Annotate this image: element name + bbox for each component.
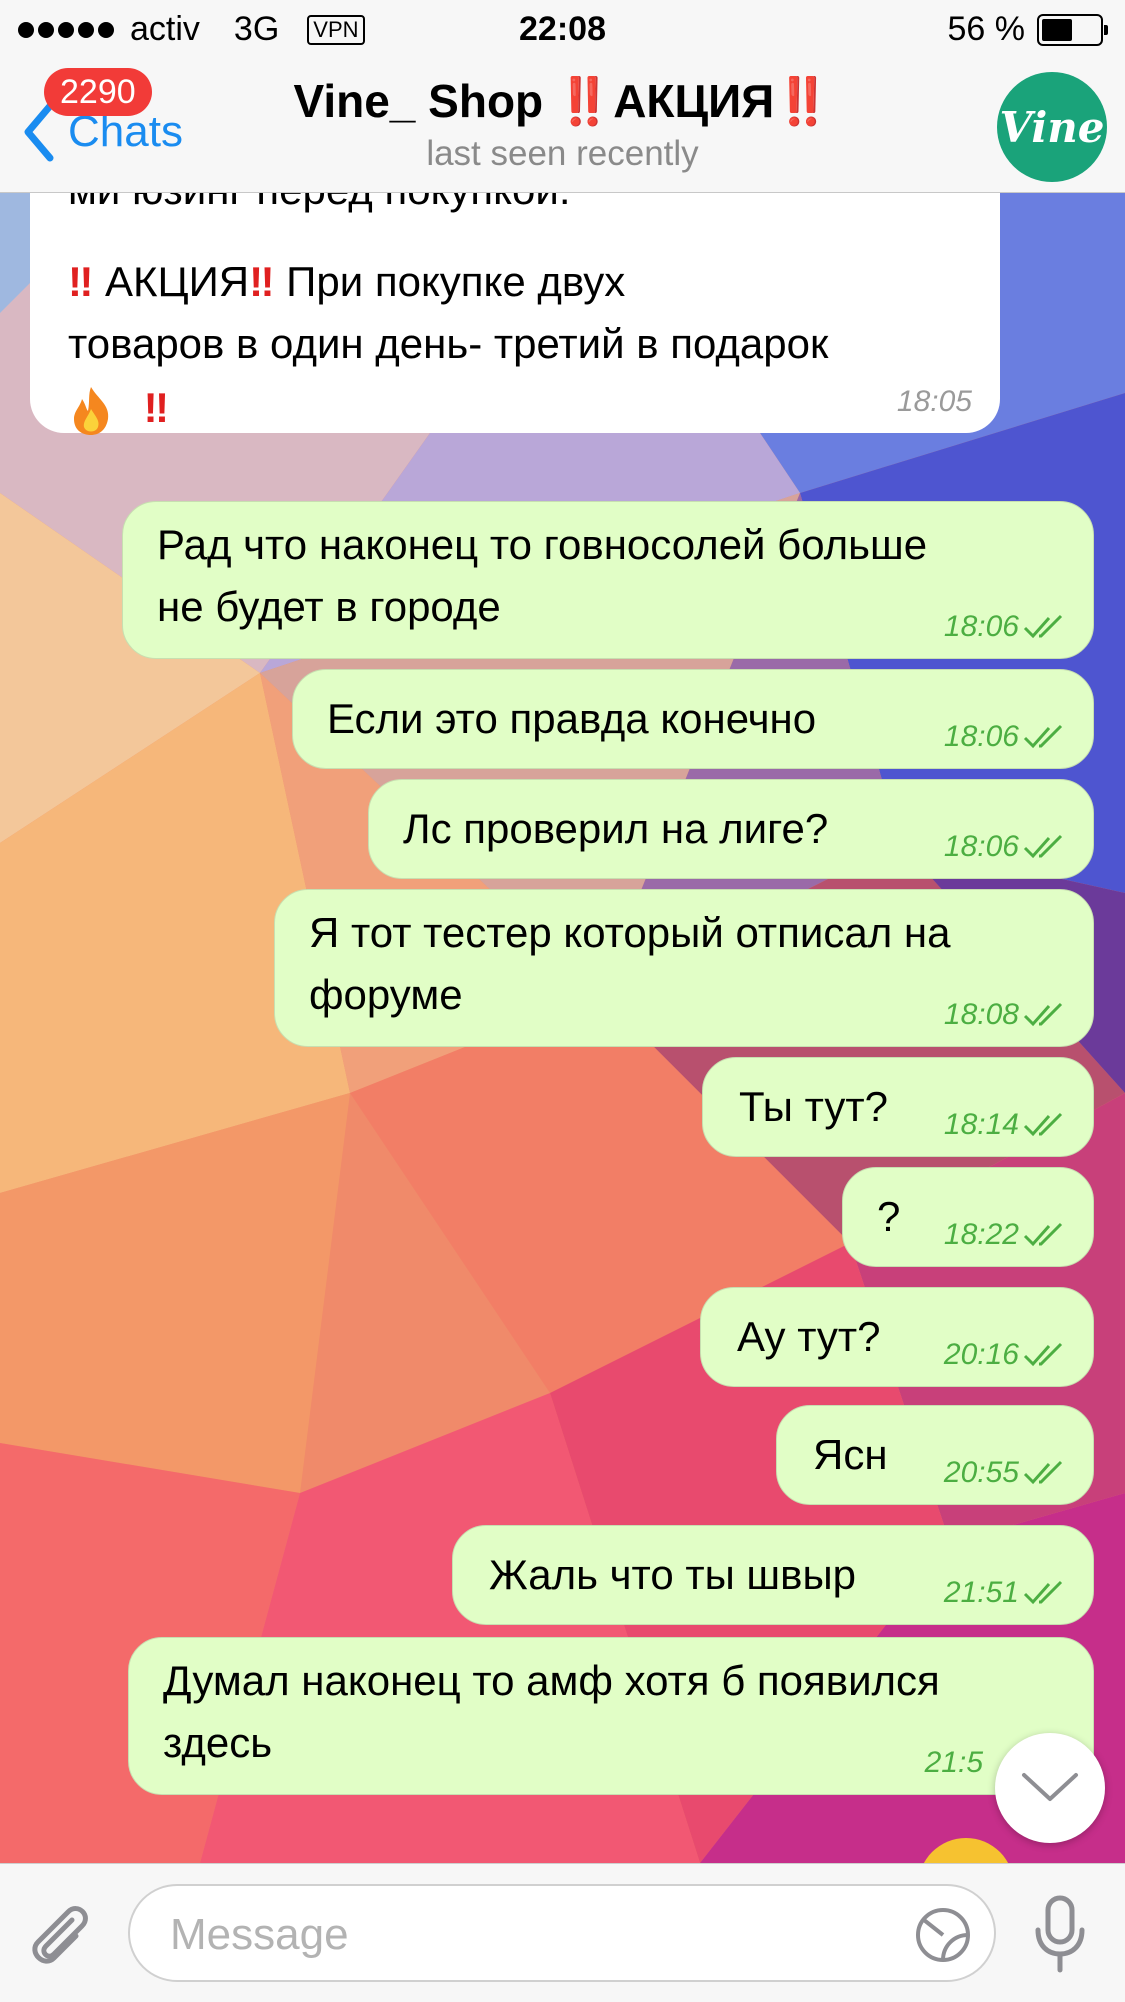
outgoing-message[interactable]: Если это правда конечно 18:06 xyxy=(292,669,1094,769)
fire-icon xyxy=(74,386,109,435)
time-label: 20:55 xyxy=(943,1456,1019,1489)
time-label: 20:16 xyxy=(943,1338,1019,1371)
sticker-icon[interactable] xyxy=(914,1906,972,1964)
outgoing-message[interactable]: Жаль что ты швыр 21:51 xyxy=(452,1525,1094,1625)
message-time: 18:08 xyxy=(944,998,1065,1032)
chat-title-name: Vine_ Shop xyxy=(293,75,556,127)
message-text: Рад что наконец то говносолей больше не … xyxy=(157,521,928,630)
message-text: ? xyxy=(877,1193,901,1240)
message-time: 21:5 xyxy=(925,1746,983,1780)
message-line-2: товаров в один день- третий в подарок xyxy=(68,320,829,367)
exclamation-icon: ‼ xyxy=(68,258,94,305)
message-text-cut: ми юзинг перед покупкой. xyxy=(68,193,571,221)
outgoing-message[interactable]: Думал наконец то амф хотя б появился зде… xyxy=(128,1637,1094,1795)
chat-header: Chats 2290 Vine_ Shop ‼️АКЦИЯ‼️ last see… xyxy=(0,62,1125,193)
battery-fill xyxy=(1042,18,1072,41)
time-label: 18:22 xyxy=(943,1218,1019,1251)
message-time: 18:22 xyxy=(944,1218,1065,1252)
double-check-icon xyxy=(1023,1112,1063,1137)
double-check-icon xyxy=(1023,1342,1063,1367)
message-time: 18:06 xyxy=(944,830,1065,864)
outgoing-message[interactable]: Лс проверил на лиге? 18:06 xyxy=(368,779,1094,879)
chat-title[interactable]: Vine_ Shop ‼️АКЦИЯ‼️ xyxy=(0,74,1125,129)
double-check-icon xyxy=(1023,614,1063,639)
message-time: 20:16 xyxy=(944,1338,1065,1372)
time-label: 18:06 xyxy=(943,830,1019,863)
double-check-icon xyxy=(1023,1002,1063,1027)
message-text: Ты тут? xyxy=(739,1083,888,1130)
scroll-to-bottom-button[interactable] xyxy=(995,1733,1105,1843)
exclamation-icon: ‼ xyxy=(249,258,275,305)
mic-icon[interactable] xyxy=(1030,1894,1090,1974)
message-time: 18:14 xyxy=(944,1108,1065,1142)
double-check-icon xyxy=(1023,1222,1063,1247)
time-label: 21:5 xyxy=(924,1746,983,1779)
promo-text: При покупке двух xyxy=(274,258,626,305)
outgoing-message[interactable]: Ау тут? 20:16 xyxy=(700,1287,1094,1387)
double-check-icon xyxy=(1023,834,1063,859)
outgoing-message[interactable]: Ты тут? 18:14 xyxy=(702,1057,1094,1157)
message-text: Я тот тестер который отписал на форуме xyxy=(309,909,951,1018)
outgoing-message[interactable]: Рад что наконец то говносолей больше не … xyxy=(122,501,1094,659)
outgoing-message[interactable]: Ясн 20:55 xyxy=(776,1405,1094,1505)
incoming-message[interactable]: ми юзинг перед покупкой. ‼ АКЦИЯ‼ При по… xyxy=(30,193,1000,435)
promo-word: АКЦИЯ xyxy=(93,258,250,305)
title-mark-2: ‼️ xyxy=(774,75,832,127)
time-label: 18:05 xyxy=(896,385,972,418)
message-text: Ау тут? xyxy=(737,1313,881,1360)
message-text: Думал наконец то амф хотя б появился зде… xyxy=(163,1657,940,1766)
chat-title-word: АКЦИЯ xyxy=(613,75,775,127)
double-check-icon xyxy=(1023,724,1063,749)
avatar[interactable]: Vine xyxy=(997,72,1107,182)
status-bar: activ 3G VPN 22:08 56 % xyxy=(0,0,1125,62)
message-time: 18:06 xyxy=(944,610,1065,644)
message-time: 20:55 xyxy=(944,1456,1065,1490)
attach-icon[interactable] xyxy=(26,1902,96,1972)
message-line-3: ‼ xyxy=(68,377,169,439)
message-text: Если это правда конечно xyxy=(327,695,817,742)
title-mark-1: ‼️ xyxy=(555,75,614,127)
battery-percent: 56 % xyxy=(947,10,1026,48)
time-label: 21:51 xyxy=(943,1576,1019,1609)
chevron-down-icon xyxy=(1022,1773,1078,1801)
message-text: Жаль что ты швыр xyxy=(489,1551,856,1598)
avatar-text: Vine xyxy=(999,102,1105,152)
battery-icon xyxy=(1037,13,1108,46)
message-line-1: ‼ АКЦИЯ‼ При покупке двух xyxy=(68,251,625,313)
time-label: 18:14 xyxy=(943,1108,1019,1141)
message-time: 21:51 xyxy=(944,1576,1065,1610)
chat-status: last seen recently xyxy=(426,134,699,173)
input-bar xyxy=(0,1863,1125,2002)
time-label: 18:06 xyxy=(943,720,1019,753)
outgoing-message[interactable]: Я тот тестер который отписал на форуме 1… xyxy=(274,889,1094,1047)
message-text: Ясн xyxy=(813,1431,888,1478)
message-field[interactable] xyxy=(128,1884,996,1982)
double-check-icon xyxy=(1023,1580,1063,1605)
exclamation-icon: ‼ xyxy=(143,384,170,431)
message-time: 18:05 xyxy=(897,385,972,419)
message-input[interactable] xyxy=(168,1908,852,1962)
double-check-icon xyxy=(1023,1460,1063,1485)
time-label: 18:08 xyxy=(943,998,1019,1031)
time-label: 18:06 xyxy=(943,610,1019,643)
status-right: 56 % xyxy=(947,10,1108,49)
outgoing-message[interactable]: ? 18:22 xyxy=(842,1167,1094,1267)
chat-area[interactable]: ми юзинг перед покупкой. ‼ АКЦИЯ‼ При по… xyxy=(0,193,1125,1863)
message-text: Лс проверил на лиге? xyxy=(403,805,829,852)
message-time: 18:06 xyxy=(944,720,1065,754)
